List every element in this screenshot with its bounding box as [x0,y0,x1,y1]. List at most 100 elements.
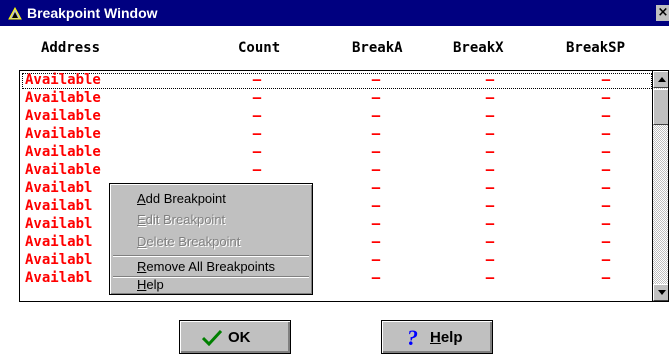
close-icon[interactable]: × [656,5,669,21]
cell-breaka: – [371,216,381,232]
cell-breaksp: – [601,180,611,196]
help-button[interactable]: ? Help [381,320,493,354]
menu-separator [113,255,309,257]
cell-breakx: – [485,252,495,268]
cell-breaksp: – [601,144,611,160]
menu-accelerator: D [137,234,147,249]
cell-count: – [252,126,262,142]
column-header-address: Address [41,40,101,56]
context-menu[interactable]: Add Breakpoint Edit Breakpoint Delete Br… [109,183,313,295]
table-row[interactable]: Available – – – – [20,89,650,107]
cell-address: Available [25,162,101,178]
cell-address: Availabl [25,270,93,286]
cell-breakx: – [485,108,495,124]
cell-breakx: – [485,72,495,88]
cell-count: – [252,90,262,106]
menu-accelerator: R [137,259,147,274]
table-row[interactable]: Available – – – – [20,161,650,179]
menu-accelerator: E [137,212,146,227]
cell-breakx: – [485,126,495,142]
cell-breaksp: – [601,270,611,286]
ok-button-label: OK [228,329,251,346]
menu-item-label: dit Breakpoint [145,212,226,227]
cell-breaksp: – [601,126,611,142]
cell-breaksp: – [601,90,611,106]
arrow-down-icon [658,290,666,295]
window-app-icon[interactable] [8,6,22,20]
cell-breakx: – [485,198,495,214]
help-button-label: Help [430,329,463,347]
menu-accelerator: A [137,191,146,206]
cell-breaka: – [371,252,381,268]
cell-count: – [252,108,262,124]
menu-item-help[interactable]: Help [137,277,164,293]
ok-button[interactable]: OK [179,320,291,354]
cell-address: Availabl [25,198,93,214]
checkmark-icon [201,329,223,350]
column-header-breakx: BreakX [453,40,504,56]
cell-breaksp: – [601,72,611,88]
cell-breaka: – [371,234,381,250]
cell-address: Availabl [25,252,93,268]
cell-breakx: – [485,144,495,160]
cell-breaka: – [371,108,381,124]
table-row[interactable]: Available – – – – [20,107,650,125]
menu-item-label: emove All Breakpoints [146,259,276,274]
cell-breaka: – [371,90,381,106]
cell-breaka: – [371,144,381,160]
menu-item-label: dd Breakpoint [145,191,226,206]
cell-breaksp: – [601,108,611,124]
scroll-down-button[interactable] [653,284,668,301]
menu-item-delete-breakpoint[interactable]: Delete Breakpoint [137,234,240,250]
cell-address: Availabl [25,234,93,250]
menu-item-label: elete Breakpoint [146,234,241,249]
cell-address: Available [25,72,101,88]
cell-address: Available [25,108,101,124]
cell-address: Available [25,90,101,106]
menu-item-edit-breakpoint[interactable]: Edit Breakpoint [137,212,225,228]
cell-breakx: – [485,234,495,250]
table-row[interactable]: Available – – – – [20,71,650,89]
cell-breaksp: – [601,234,611,250]
cell-breaka: – [371,198,381,214]
button-label-rest: elp [440,329,463,346]
scroll-up-button[interactable] [653,71,668,88]
cell-breaka: – [371,270,381,286]
cell-address: Available [25,144,101,160]
cell-address: Available [25,126,101,142]
vertical-scrollbar[interactable] [652,71,668,301]
column-header-breaka: BreakA [352,40,403,56]
column-header-count: Count [238,40,281,56]
arrow-up-icon [658,77,666,82]
cell-address: Availabl [25,216,93,232]
cell-breaksp: – [601,252,611,268]
cell-breaksp: – [601,198,611,214]
cell-breakx: – [485,90,495,106]
scroll-thumb[interactable] [653,89,668,125]
cell-breakx: – [485,162,495,178]
cell-breakx: – [485,270,495,286]
table-row[interactable]: Available – – – – [20,143,650,161]
cell-breakx: – [485,216,495,232]
title-bar[interactable]: Breakpoint Window × [0,0,669,26]
cell-count: – [252,144,262,160]
menu-item-remove-all-breakpoints[interactable]: Remove All Breakpoints [137,259,275,275]
cell-count: – [252,162,262,178]
cell-count: – [252,72,262,88]
cell-breaka: – [371,162,381,178]
window-title: Breakpoint Window [27,5,158,21]
cell-breaksp: – [601,162,611,178]
column-header-breaksp: BreakSP [566,40,626,56]
button-accelerator: H [430,329,441,346]
menu-item-add-breakpoint[interactable]: Add Breakpoint [137,191,226,207]
table-row[interactable]: Available – – – – [20,125,650,143]
menu-item-label: elp [146,277,164,292]
cell-address: Availabl [25,180,93,196]
cell-breaka: – [371,126,381,142]
question-mark-icon: ? [407,325,418,350]
cell-breakx: – [485,180,495,196]
cell-breaka: – [371,72,381,88]
menu-accelerator: H [137,277,147,292]
cell-breaka: – [371,180,381,196]
cell-breaksp: – [601,216,611,232]
